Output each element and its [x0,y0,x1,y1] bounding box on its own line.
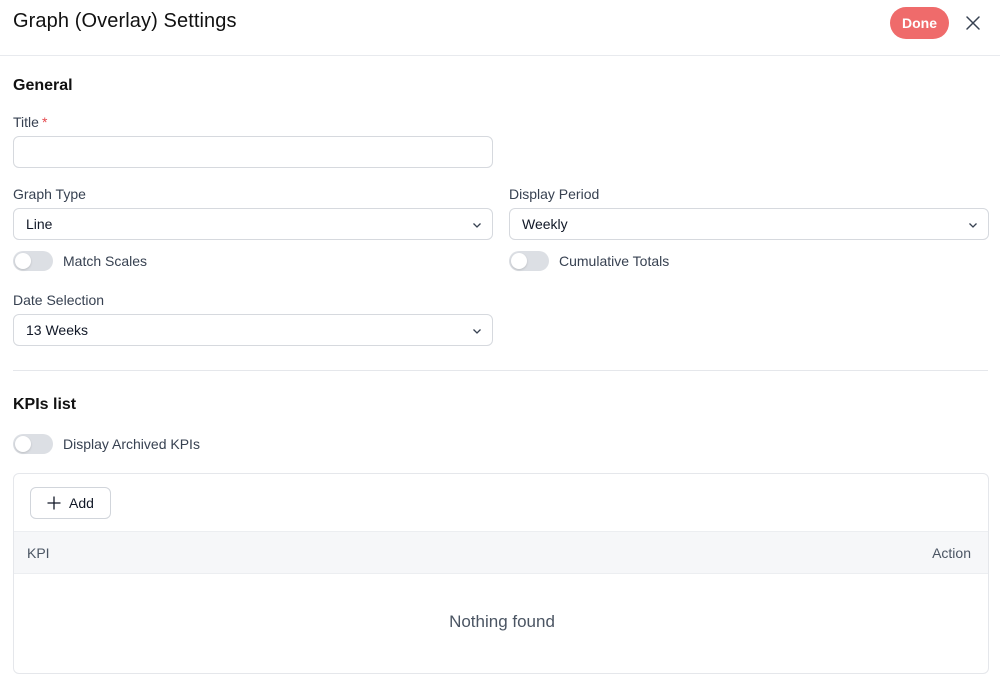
close-icon[interactable] [962,12,984,34]
plus-icon [47,496,61,510]
cumulative-totals-row: Cumulative Totals [509,251,669,271]
display-period-value: Weekly [522,216,568,232]
title-label: Title * [13,114,47,130]
graph-type-label: Graph Type [13,186,86,202]
display-archived-row: Display Archived KPIs [13,434,200,454]
display-archived-toggle[interactable] [13,434,53,454]
kpis-section-title: KPIs list [13,396,77,413]
table-header: KPI Action [14,531,988,574]
column-header-action: Action [932,545,971,561]
done-button[interactable]: Done [890,7,949,39]
date-selection-value: 13 Weeks [26,322,88,338]
toggle-knob [15,436,31,452]
add-button-label: Add [69,495,94,511]
column-header-kpi: KPI [27,545,50,561]
toggle-knob [511,253,527,269]
display-archived-label: Display Archived KPIs [63,436,200,452]
required-mark: * [41,114,48,130]
display-period-label: Display Period [509,186,600,202]
kpi-table-card: Add KPI Action Nothing found [13,473,989,674]
graph-type-value: Line [26,216,53,232]
title-label-text: Title [13,114,39,130]
date-selection-label: Date Selection [13,292,105,308]
match-scales-row: Match Scales [13,251,147,271]
cumulative-totals-toggle[interactable] [509,251,549,271]
general-section-title: General [13,77,73,94]
chevron-down-icon [473,223,481,228]
toggle-knob [15,253,31,269]
graph-type-select[interactable]: Line [13,208,493,240]
add-kpi-button[interactable]: Add [30,487,111,519]
dialog-header: Graph (Overlay) Settings Done [0,0,1000,56]
cumulative-totals-label: Cumulative Totals [559,253,670,269]
date-selection-select[interactable]: 13 Weeks [13,314,493,346]
match-scales-label: Match Scales [63,253,148,269]
chevron-down-icon [473,329,481,334]
title-input[interactable] [13,136,493,168]
empty-state: Nothing found [449,612,555,631]
page-title: Graph (Overlay) Settings [13,10,237,32]
display-period-select[interactable]: Weekly [509,208,989,240]
match-scales-toggle[interactable] [13,251,53,271]
chevron-down-icon [969,223,977,228]
section-divider [13,370,988,371]
